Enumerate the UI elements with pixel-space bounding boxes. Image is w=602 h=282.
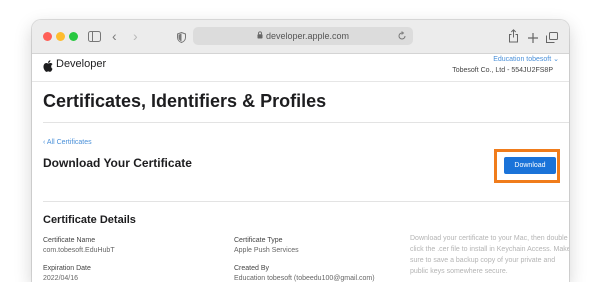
minimize-window-button[interactable] [56,32,65,41]
browser-toolbar: ‹ › developer.apple.com [32,20,569,54]
developer-header: Developer Education tobesoft ⌄ Tobesoft … [32,53,569,82]
page-title: Certificates, Identifiers & Profiles [43,91,327,111]
lock-icon [257,30,263,42]
shield-icon[interactable] [177,30,186,48]
team-label: Tobesoft Co., Ltd - 554JU2FS8P [452,67,553,74]
expiration-date-value: 2022/04/16 [43,275,79,282]
download-instructions: Download your certificate to your Mac, t… [410,235,569,275]
created-by-label: Created By [234,265,270,272]
certificate-type-label: Certificate Type [234,237,283,244]
expiration-date-label: Expiration Date [43,265,91,272]
close-window-button[interactable] [43,32,52,41]
apple-logo-icon[interactable] [43,59,53,77]
section-divider [43,201,569,202]
all-certificates-link[interactable]: ‹ All Certificates [43,139,92,146]
forward-button[interactable]: › [133,28,138,44]
sidebar-toggle-icon[interactable] [88,29,101,47]
developer-logo-label[interactable]: Developer [56,58,106,70]
certificate-type-value: Apple Push Services [234,247,299,254]
maximize-window-button[interactable] [69,32,78,41]
certificate-name-label: Certificate Name [43,237,96,244]
new-tab-icon[interactable] [528,30,538,48]
account-menu[interactable]: Education tobesoft ⌄ [493,55,559,63]
address-bar[interactable]: developer.apple.com [193,27,413,45]
back-button[interactable]: ‹ [112,28,117,44]
share-icon[interactable] [508,29,519,48]
page-content: Developer Education tobesoft ⌄ Tobesoft … [32,53,569,282]
certificate-name-value: com.tobesoft.EduHubT [43,247,115,254]
tab-overview-icon[interactable] [546,30,558,48]
section-title: Download Your Certificate [43,156,192,170]
details-title: Certificate Details [43,214,136,226]
browser-window: ‹ › developer.apple.com Developer Educat… [32,20,569,282]
reload-icon[interactable] [397,29,407,47]
download-button[interactable]: Download [504,157,556,174]
created-by-value: Education tobesoft (tobeedu100@gmail.com… [234,275,375,282]
title-divider [43,122,569,123]
url-text: developer.apple.com [265,31,350,41]
